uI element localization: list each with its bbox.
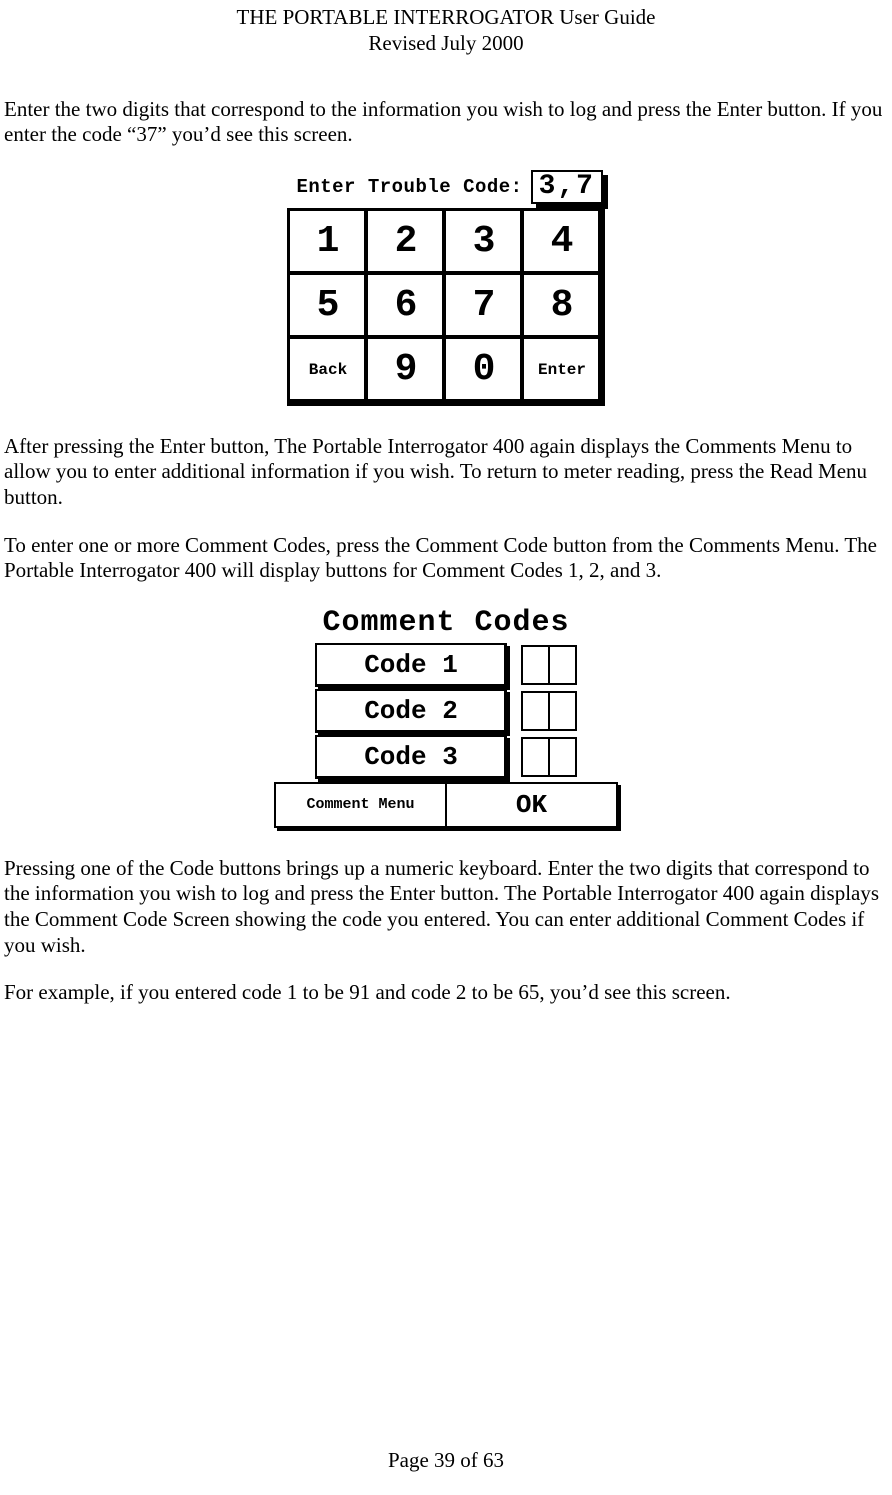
code-3-button[interactable]: Code 3 — [315, 735, 507, 779]
code-3-value — [521, 737, 577, 777]
key-2[interactable]: 2 — [366, 209, 446, 275]
paragraph-2: After pressing the Enter button, The Por… — [0, 434, 892, 511]
key-7[interactable]: 7 — [444, 273, 524, 339]
trouble-code-value: 3,7 — [531, 170, 603, 204]
key-5[interactable]: 5 — [288, 273, 368, 339]
code-1-value — [521, 645, 577, 685]
paragraph-4: Pressing one of the Code buttons brings … — [0, 856, 892, 958]
comment-codes-panel: Comment Codes Code 1 Code 2 Code 3 Comme… — [272, 606, 620, 828]
key-enter[interactable]: Enter — [522, 337, 602, 403]
doc-title: THE PORTABLE INTERROGATOR User Guide — [0, 4, 892, 30]
code-2-value — [521, 691, 577, 731]
key-4[interactable]: 4 — [522, 209, 602, 275]
key-3[interactable]: 3 — [444, 209, 524, 275]
page-footer: Page 39 of 63 — [0, 1448, 892, 1473]
paragraph-3: To enter one or more Comment Codes, pres… — [0, 533, 892, 584]
key-0[interactable]: 0 — [444, 337, 524, 403]
key-9[interactable]: 9 — [366, 337, 446, 403]
comment-menu-button[interactable]: Comment Menu — [276, 784, 447, 826]
key-8[interactable]: 8 — [522, 273, 602, 339]
code-1-button[interactable]: Code 1 — [315, 643, 507, 687]
key-6[interactable]: 6 — [366, 273, 446, 339]
keypad-prompt: Enter Trouble Code: — [296, 176, 522, 198]
trouble-code-keypad: Enter Trouble Code: 3,7 1 2 3 4 5 6 7 8 … — [287, 170, 605, 406]
key-1[interactable]: 1 — [288, 209, 368, 275]
paragraph-5: For example, if you entered code 1 to be… — [0, 980, 892, 1006]
doc-revised: Revised July 2000 — [0, 30, 892, 56]
code-2-button[interactable]: Code 2 — [315, 689, 507, 733]
ok-button[interactable]: OK — [447, 784, 616, 826]
paragraph-1: Enter the two digits that correspond to … — [0, 97, 892, 148]
key-back[interactable]: Back — [288, 337, 368, 403]
comment-codes-title: Comment Codes — [272, 606, 620, 640]
